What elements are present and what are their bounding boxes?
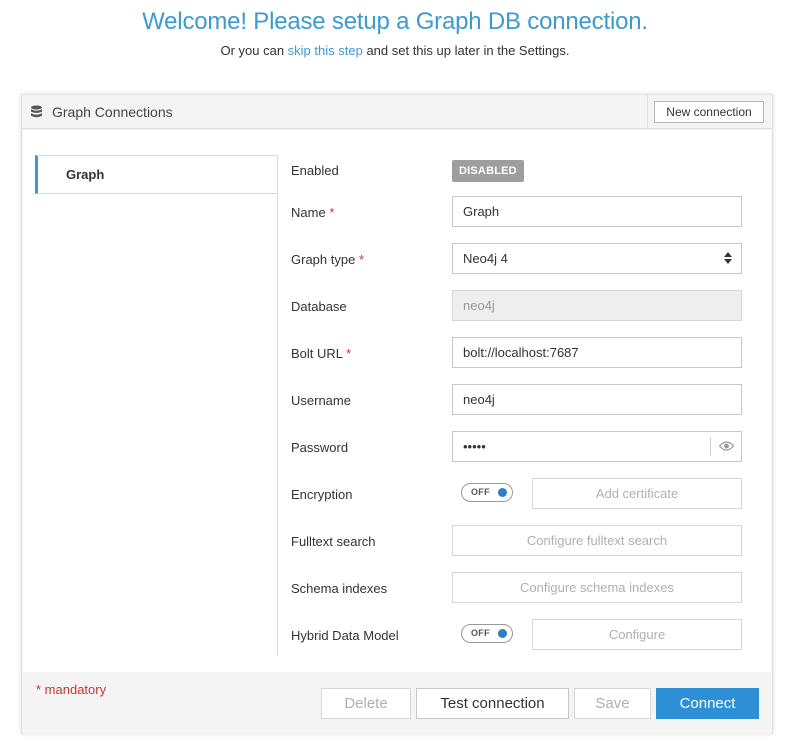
sidebar-item-graph[interactable]: Graph	[35, 155, 277, 194]
enabled-label: Enabled	[291, 163, 339, 178]
toggle-knob	[498, 629, 507, 638]
hybrid-toggle-label: OFF	[471, 628, 490, 638]
test-connection-button[interactable]: Test connection	[416, 688, 569, 719]
header-divider	[647, 95, 648, 129]
graph-type-required-mark: *	[358, 252, 365, 267]
panel-title: Graph Connections	[52, 104, 173, 120]
save-button[interactable]: Save	[574, 688, 651, 719]
name-label-text: Name	[291, 205, 326, 220]
hybrid-toggle[interactable]: OFF	[461, 624, 513, 643]
name-label: Name *	[291, 205, 334, 220]
encryption-toggle-label: OFF	[471, 487, 490, 497]
database-field: neo4j	[452, 290, 742, 321]
password-label: Password	[291, 440, 349, 455]
page-title: Welcome! Please setup a Graph DB connect…	[142, 8, 648, 35]
database-icon	[31, 105, 42, 118]
subtitle-suffix: and set this up later in the Settings.	[362, 43, 570, 58]
configure-hybrid-button[interactable]: Configure	[532, 619, 742, 650]
eye-icon[interactable]	[719, 440, 734, 452]
configure-schema-button[interactable]: Configure schema indexes	[452, 572, 742, 603]
password-divider	[710, 437, 711, 456]
sidebar-item-label: Graph	[66, 167, 105, 182]
skip-step-link[interactable]: skip this step	[288, 43, 363, 58]
bolt-url-label-text: Bolt URL	[291, 346, 343, 361]
subtitle-prefix: Or you can	[220, 43, 288, 58]
new-connection-button[interactable]: New connection	[654, 101, 764, 123]
password-value: •••••	[463, 439, 486, 454]
encryption-label: Encryption	[291, 487, 353, 502]
username-field[interactable]: neo4j	[452, 384, 742, 415]
password-field[interactable]: •••••	[452, 431, 742, 462]
encryption-toggle[interactable]: OFF	[461, 483, 513, 502]
configure-fulltext-button[interactable]: Configure fulltext search	[452, 525, 742, 556]
name-field[interactable]: Graph	[452, 196, 742, 227]
graph-type-value: Neo4j 4	[463, 251, 508, 266]
graph-type-label-text: Graph type	[291, 252, 356, 267]
panel-footer: * mandatory Delete Test connection Save …	[23, 672, 771, 734]
connect-button[interactable]: Connect	[656, 688, 759, 719]
bolt-url-required-mark: *	[346, 346, 352, 361]
sort-arrows-icon	[724, 252, 732, 264]
panel-header: Graph Connections New connection	[22, 95, 772, 129]
toggle-knob	[498, 488, 507, 497]
username-label: Username	[291, 393, 351, 408]
sidebar-divider	[277, 155, 278, 655]
bolt-url-label: Bolt URL *	[291, 346, 351, 361]
delete-button[interactable]: Delete	[321, 688, 411, 719]
bolt-url-field[interactable]: bolt://localhost:7687	[452, 337, 742, 368]
welcome-header: Welcome! Please setup a Graph DB connect…	[0, 8, 790, 58]
page-subtitle: Or you can skip this step and set this u…	[0, 43, 790, 58]
name-required-mark: *	[329, 205, 335, 220]
add-certificate-button[interactable]: Add certificate	[532, 478, 742, 509]
panel-title-wrap: Graph Connections	[30, 95, 173, 129]
fulltext-label: Fulltext search	[291, 534, 376, 549]
status-badge[interactable]: DISABLED	[452, 160, 524, 182]
graph-connections-panel: Graph Connections New connection Graph E…	[21, 94, 773, 734]
graph-type-label: Graph type *	[291, 252, 364, 267]
mandatory-note: * mandatory	[36, 682, 107, 697]
hybrid-label: Hybrid Data Model	[291, 628, 399, 643]
database-label: Database	[291, 299, 347, 314]
schema-label: Schema indexes	[291, 581, 388, 596]
graph-type-select[interactable]: Neo4j 4	[452, 243, 742, 274]
